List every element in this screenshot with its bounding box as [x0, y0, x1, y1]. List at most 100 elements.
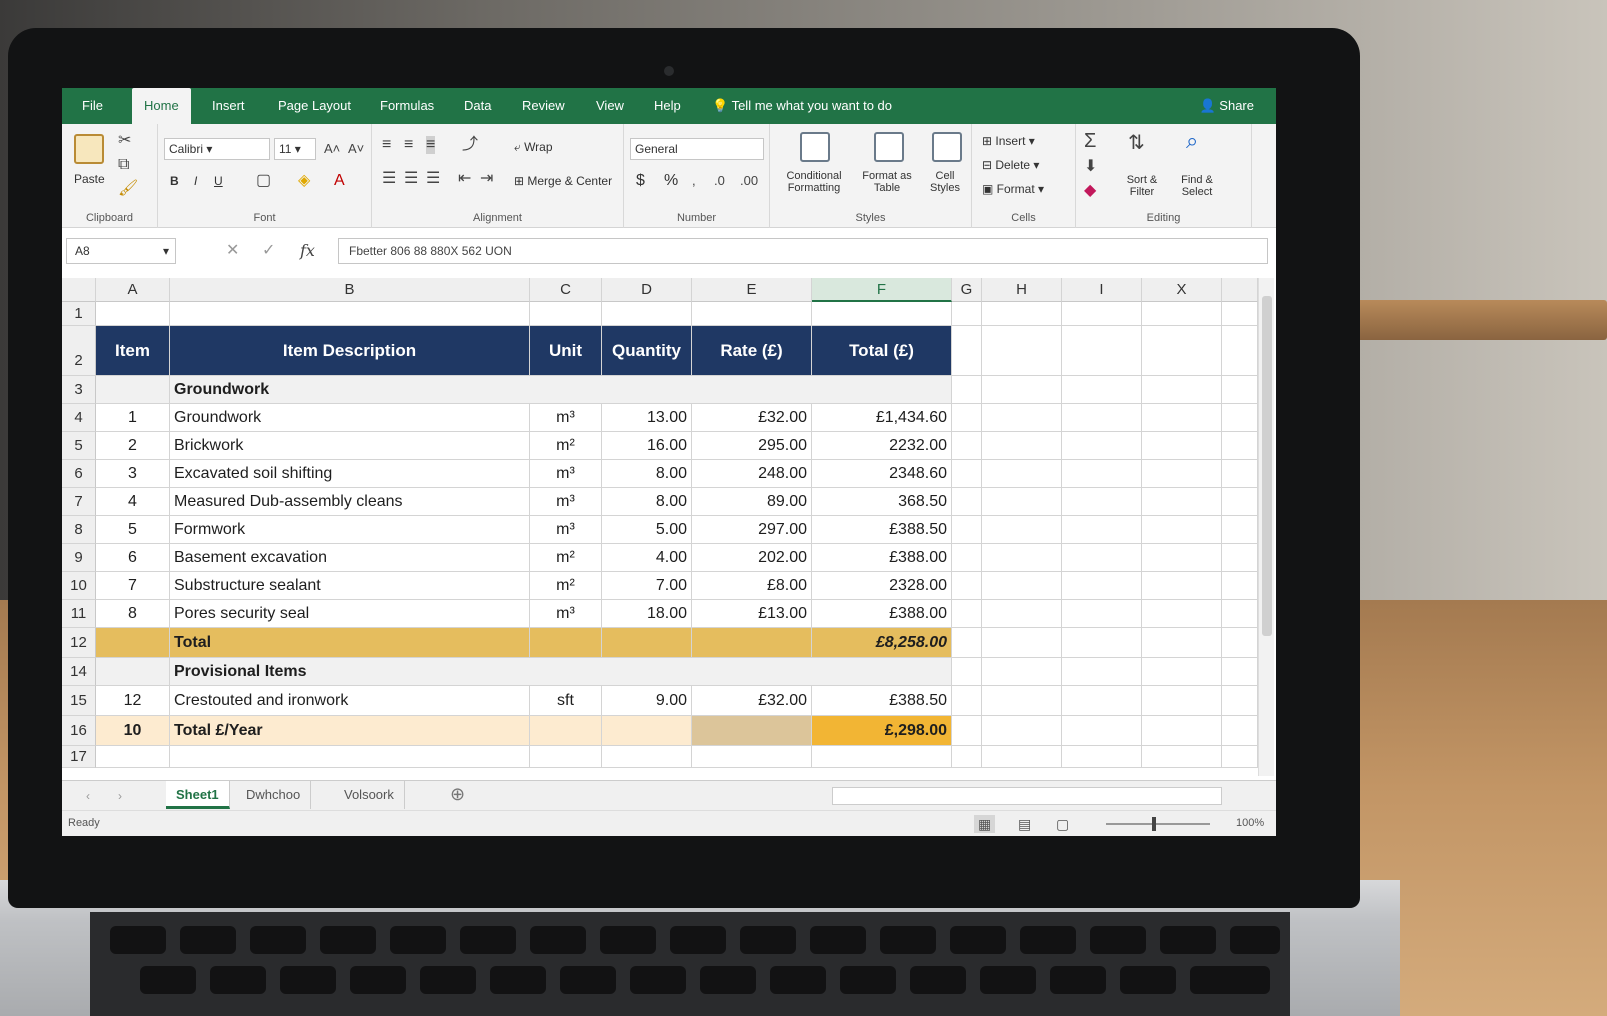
tab-review[interactable]: Review: [510, 88, 577, 124]
cell[interactable]: [952, 432, 982, 460]
cell[interactable]: [952, 326, 982, 376]
section-title[interactable]: Provisional Items: [170, 658, 952, 686]
column-header-e[interactable]: E: [692, 278, 812, 302]
delete-cells-button[interactable]: ⊟ Delete ▾: [982, 158, 1039, 172]
zoom-slider-handle[interactable]: [1152, 817, 1156, 831]
item-number[interactable]: 3: [96, 460, 170, 488]
item-rate[interactable]: 89.00: [692, 488, 812, 516]
column-header-c[interactable]: C: [530, 278, 602, 302]
item-rate[interactable]: 297.00: [692, 516, 812, 544]
tab-formulas[interactable]: Formulas: [368, 88, 446, 124]
item-number[interactable]: 10: [96, 716, 170, 746]
find-select-button[interactable]: Find & Select: [1170, 174, 1224, 198]
cell[interactable]: [812, 746, 952, 768]
item-total[interactable]: 368.50: [812, 488, 952, 516]
cell[interactable]: [1222, 302, 1258, 326]
item-description[interactable]: Crestouted and ironwork: [170, 686, 530, 716]
cell[interactable]: [1142, 544, 1222, 572]
cell[interactable]: [982, 544, 1062, 572]
cell[interactable]: [1222, 658, 1258, 686]
item-rate[interactable]: £32.00: [692, 404, 812, 432]
cell[interactable]: [982, 432, 1062, 460]
row-header[interactable]: 8: [62, 516, 96, 544]
cell[interactable]: [1142, 516, 1222, 544]
item-unit[interactable]: m²: [530, 544, 602, 572]
cell[interactable]: [952, 488, 982, 516]
cell[interactable]: [982, 658, 1062, 686]
cell[interactable]: [952, 544, 982, 572]
cell[interactable]: [1222, 488, 1258, 516]
cell[interactable]: [1222, 376, 1258, 404]
item-description[interactable]: Brickwork: [170, 432, 530, 460]
cell-styles-button[interactable]: Cell Styles: [920, 170, 970, 194]
item-rate[interactable]: 202.00: [692, 544, 812, 572]
cell[interactable]: [1062, 460, 1142, 488]
align-center-icon[interactable]: ☰: [404, 170, 418, 188]
cell[interactable]: [982, 460, 1062, 488]
cell[interactable]: [982, 628, 1062, 658]
cell[interactable]: [1142, 628, 1222, 658]
item-unit[interactable]: m³: [530, 516, 602, 544]
cell[interactable]: [952, 460, 982, 488]
column-header-x[interactable]: X: [1142, 278, 1222, 302]
cell[interactable]: [1222, 404, 1258, 432]
row-header[interactable]: 17: [62, 746, 96, 768]
borders-icon[interactable]: ▢: [256, 172, 271, 190]
row-header[interactable]: 7: [62, 488, 96, 516]
item-description[interactable]: Excavated soil shifting: [170, 460, 530, 488]
column-header-b[interactable]: B: [170, 278, 530, 302]
item-number[interactable]: 8: [96, 600, 170, 628]
cell[interactable]: [1222, 326, 1258, 376]
cell[interactable]: [982, 326, 1062, 376]
cell[interactable]: [1142, 488, 1222, 516]
total-per-year-value[interactable]: £,298.00: [812, 716, 952, 746]
tab-page-layout[interactable]: Page Layout: [266, 88, 363, 124]
cell[interactable]: [1222, 572, 1258, 600]
cell[interactable]: [982, 404, 1062, 432]
row-header[interactable]: 10: [62, 572, 96, 600]
cell[interactable]: [982, 746, 1062, 768]
cell[interactable]: [952, 302, 982, 326]
cell[interactable]: [952, 404, 982, 432]
cell[interactable]: [530, 716, 602, 746]
cut-icon[interactable]: ✂: [118, 132, 131, 150]
format-as-table-button[interactable]: Format as Table: [856, 170, 918, 194]
insert-cells-button[interactable]: ⊞ Insert ▾: [982, 134, 1035, 148]
cell[interactable]: [96, 746, 170, 768]
header-total[interactable]: Total (£): [812, 326, 952, 376]
tell-me-box[interactable]: 💡 Tell me what you want to do: [712, 88, 892, 124]
orientation-icon[interactable]: ⤴: [462, 136, 478, 154]
header-unit[interactable]: Unit: [530, 326, 602, 376]
paste-icon[interactable]: [74, 134, 104, 164]
cell[interactable]: [530, 302, 602, 326]
item-quantity[interactable]: 8.00: [602, 488, 692, 516]
item-description[interactable]: Groundwork: [170, 404, 530, 432]
cell[interactable]: [692, 716, 812, 746]
tab-file[interactable]: File: [70, 88, 115, 124]
item-description[interactable]: Substructure sealant: [170, 572, 530, 600]
cell[interactable]: [1222, 746, 1258, 768]
sheet-tab-2[interactable]: Dwhchoo: [236, 781, 312, 809]
cell[interactable]: [602, 716, 692, 746]
tab-data[interactable]: Data: [452, 88, 503, 124]
increase-decimal-icon[interactable]: .0: [714, 172, 725, 190]
scroll-thumb[interactable]: [1262, 296, 1272, 636]
cell[interactable]: [1222, 516, 1258, 544]
row-header[interactable]: 1: [62, 302, 96, 326]
currency-button[interactable]: $: [636, 172, 645, 190]
cancel-icon[interactable]: ✕: [226, 242, 239, 260]
cell[interactable]: [982, 376, 1062, 404]
cell[interactable]: [1222, 544, 1258, 572]
item-description[interactable]: Basement excavation: [170, 544, 530, 572]
cell[interactable]: [952, 628, 982, 658]
item-number[interactable]: 4: [96, 488, 170, 516]
cell[interactable]: [1142, 432, 1222, 460]
cell[interactable]: [952, 600, 982, 628]
cell[interactable]: [952, 658, 982, 686]
cell[interactable]: [1142, 600, 1222, 628]
font-name-select[interactable]: Calibri ▾: [164, 138, 270, 160]
align-left-icon[interactable]: ☰: [382, 170, 396, 188]
chevron-left-icon[interactable]: ‹: [86, 787, 90, 805]
cell[interactable]: [1142, 404, 1222, 432]
cell[interactable]: [1062, 628, 1142, 658]
